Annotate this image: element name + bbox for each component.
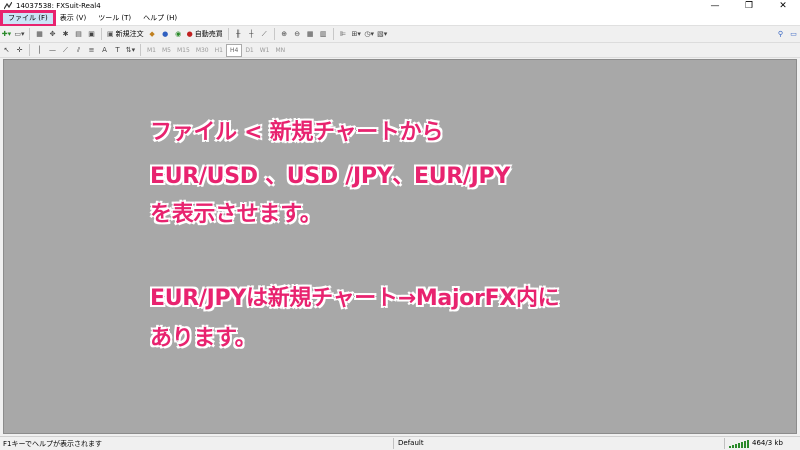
profiles-button[interactable]: ▭▾: [14, 28, 25, 40]
close-button[interactable]: ✕: [766, 0, 800, 12]
auto-trading-icon: ●: [186, 30, 193, 38]
auto-trading-label: 自動売買: [194, 30, 223, 38]
terminal-icon[interactable]: ▤: [73, 28, 84, 40]
annotation-line-3: を表示させます。: [150, 202, 322, 227]
annotation-line-4: EUR/JPYは新規チャート→MajorFX内に: [150, 286, 560, 311]
data-window-icon[interactable]: ✥: [47, 28, 58, 40]
toolbar-separator: [29, 44, 30, 56]
tile-windows-icon[interactable]: ▦: [305, 28, 316, 40]
cursor-icon[interactable]: ↖: [1, 44, 12, 56]
strategy-tester-icon[interactable]: ▣: [86, 28, 97, 40]
toolbar-separator: [332, 28, 334, 40]
timeframe-m5[interactable]: M5: [159, 45, 174, 56]
timeframe-d1[interactable]: D1: [242, 45, 256, 56]
window-title: 14037538: FXSuit-Real4: [16, 2, 101, 10]
minimize-button[interactable]: —: [698, 0, 732, 12]
zoom-in-icon[interactable]: ⊕: [279, 28, 290, 40]
auto-scroll-icon[interactable]: ⊫: [338, 28, 349, 40]
market-icon[interactable]: ◉: [173, 28, 184, 40]
timeframe-h1[interactable]: H1: [212, 45, 226, 56]
menu-bar: ファイル (F) 表示 (V) ツール (T) ヘルプ (H): [0, 10, 800, 27]
crosshair-icon[interactable]: ✛: [14, 44, 25, 56]
title-bar: 14037538: FXSuit-Real4 — ❐ ✕: [0, 0, 800, 12]
new-order-button[interactable]: ▣ 新規注文: [105, 28, 146, 40]
periods-icon[interactable]: ◷▾: [364, 28, 375, 40]
channel-icon[interactable]: ⫽: [73, 44, 84, 56]
timeframe-h4[interactable]: H4: [225, 43, 243, 57]
toolbar-separator: [29, 28, 30, 40]
line-chart-icon[interactable]: ⟋: [259, 28, 270, 40]
menu-file[interactable]: ファイル (F): [0, 10, 56, 27]
indicators-icon[interactable]: ⊞▾: [351, 28, 362, 40]
annotation-line-2: EUR/USD 、USD /JPY、EUR/JPY: [150, 164, 511, 189]
search-icon[interactable]: ⚲: [775, 28, 786, 40]
traffic-readout: 464/3 kb: [752, 439, 783, 447]
text-icon[interactable]: A: [99, 44, 110, 56]
label-icon[interactable]: T: [112, 44, 123, 56]
new-chart-button[interactable]: ✚▾: [1, 28, 12, 40]
chart-workspace: [3, 59, 797, 434]
timeframe-m15[interactable]: M15: [174, 45, 193, 56]
fibonacci-icon[interactable]: ≡: [86, 44, 97, 56]
timeframe-m30[interactable]: M30: [193, 45, 212, 56]
bar-chart-icon[interactable]: ╫: [233, 28, 244, 40]
status-profile[interactable]: Default: [393, 438, 724, 449]
connection-bars-icon: [729, 439, 749, 448]
toolbar-separator: [140, 44, 141, 56]
chat-icon[interactable]: ▭: [788, 28, 799, 40]
new-order-label: 新規注文: [115, 30, 144, 38]
annotation-line-1: ファイル < 新規チャートから: [150, 120, 444, 145]
zoom-out-icon[interactable]: ⊖: [292, 28, 303, 40]
status-connection[interactable]: 464/3 kb: [724, 438, 783, 449]
horizontal-line-icon[interactable]: —: [47, 44, 58, 56]
menu-tools[interactable]: ツール (T): [92, 12, 137, 25]
app-icon: [4, 2, 12, 10]
timeframe-m1[interactable]: M1: [144, 45, 159, 56]
arrows-icon[interactable]: ⇅▾: [125, 44, 136, 56]
menu-help[interactable]: ヘルプ (H): [137, 12, 183, 25]
status-help-text: F1キーでヘルプが表示されます: [3, 439, 103, 448]
chart-shift-icon[interactable]: ▥: [318, 28, 329, 40]
menu-view[interactable]: 表示 (V): [54, 12, 92, 25]
new-order-icon: ▣: [107, 30, 114, 38]
market-watch-icon[interactable]: ▦: [34, 28, 45, 40]
trendline-icon[interactable]: ⟋: [60, 44, 71, 56]
toolbar-separator: [273, 28, 275, 40]
status-bar: F1キーでヘルプが表示されます Default 464/3 kb: [0, 436, 800, 450]
maximize-button[interactable]: ❐: [732, 0, 766, 12]
metaeditor-icon[interactable]: ◆: [147, 28, 158, 40]
signals-icon[interactable]: ●: [160, 28, 171, 40]
timeframe-mn[interactable]: MN: [273, 45, 289, 56]
navigator-icon[interactable]: ✱: [60, 28, 71, 40]
toolbar-separator: [227, 28, 229, 40]
templates-icon[interactable]: ▧▾: [377, 28, 388, 40]
standard-toolbar: ✚▾ ▭▾ ▦ ✥ ✱ ▤ ▣ ▣ 新規注文 ◆ ● ◉ ● 自動売買 ╫ ┼ …: [0, 26, 800, 43]
drawing-toolbar: ↖ ✛ │ — ⟋ ⫽ ≡ A T ⇅▾ M1 M5 M15 M30 H1 H4…: [0, 43, 800, 58]
vertical-line-icon[interactable]: │: [34, 44, 45, 56]
annotation-line-5: あります。: [150, 326, 257, 351]
timeframe-w1[interactable]: W1: [257, 45, 273, 56]
candlestick-icon[interactable]: ┼: [246, 28, 257, 40]
toolbar-separator: [101, 28, 102, 40]
auto-trading-button[interactable]: ● 自動売買: [185, 28, 225, 40]
window-controls: — ❐ ✕: [698, 0, 800, 12]
